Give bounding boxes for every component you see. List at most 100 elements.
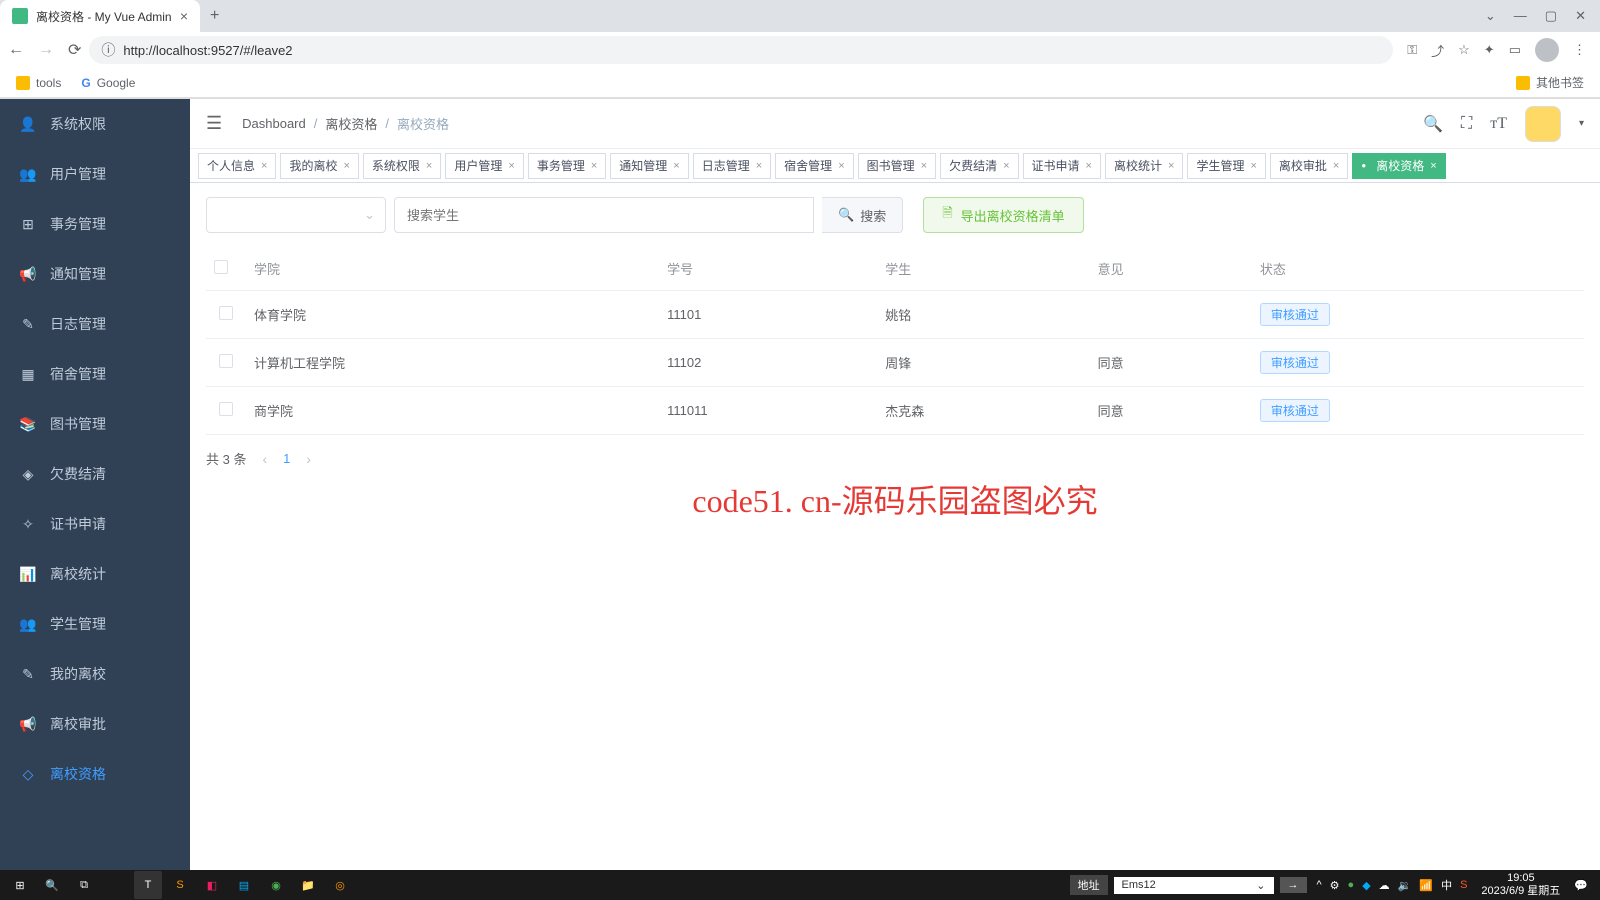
- search-input[interactable]: [407, 208, 801, 223]
- taskview-icon[interactable]: ⧉: [70, 871, 98, 899]
- bookmark-other[interactable]: 其他书签: [1516, 74, 1584, 91]
- sidebar-item-9[interactable]: 📊离校统计: [0, 549, 190, 599]
- sidebar-item-7[interactable]: ◈欠费结清: [0, 449, 190, 499]
- notification-icon[interactable]: 💬: [1574, 879, 1588, 892]
- app-icon-4[interactable]: ▤: [230, 871, 258, 899]
- taskbar-addr-input[interactable]: Ems12 ⌄: [1114, 877, 1274, 894]
- chrome-task-icon[interactable]: [102, 871, 130, 899]
- url-box[interactable]: ⓘ http://localhost:9527/#/leave2: [89, 36, 1393, 64]
- close-tab-icon[interactable]: ×: [180, 8, 188, 24]
- tray-wifi-icon[interactable]: 📶: [1419, 879, 1433, 892]
- bookmark-google[interactable]: G Google: [81, 76, 135, 90]
- close-tab-icon[interactable]: ×: [508, 160, 514, 172]
- search-button[interactable]: 🔍 搜索: [822, 197, 903, 233]
- sidebar-item-12[interactable]: 📢离校审批: [0, 699, 190, 749]
- sidebar-item-8[interactable]: ✧证书申请: [0, 499, 190, 549]
- sidebar-item-10[interactable]: 👥学生管理: [0, 599, 190, 649]
- page-tab-5[interactable]: 通知管理×: [610, 153, 688, 179]
- sidebar-item-1[interactable]: 👥用户管理: [0, 149, 190, 199]
- row-checkbox[interactable]: [219, 306, 233, 320]
- start-icon[interactable]: ⊞: [6, 871, 34, 899]
- tray-up-icon[interactable]: ^: [1317, 879, 1322, 891]
- page-tab-3[interactable]: 用户管理×: [445, 153, 523, 179]
- sidebar-item-3[interactable]: 📢通知管理: [0, 249, 190, 299]
- caret-down-icon[interactable]: ▾: [1579, 118, 1584, 129]
- back-icon[interactable]: ←: [8, 41, 24, 59]
- page-tab-4[interactable]: 事务管理×: [528, 153, 606, 179]
- page-tab-0[interactable]: 个人信息×: [198, 153, 276, 179]
- next-page-icon[interactable]: ›: [306, 451, 311, 467]
- bookmark-tools[interactable]: tools: [16, 76, 61, 90]
- college-select[interactable]: ⌄: [206, 197, 386, 233]
- new-tab-button[interactable]: +: [200, 7, 229, 25]
- app-icon-2[interactable]: S: [166, 871, 194, 899]
- app-icon-5[interactable]: ◉: [262, 871, 290, 899]
- close-tab-icon[interactable]: ×: [1086, 160, 1092, 172]
- breadcrumb-root[interactable]: Dashboard: [242, 116, 306, 131]
- close-tab-icon[interactable]: ×: [1168, 160, 1174, 172]
- select-all-checkbox[interactable]: [214, 260, 228, 274]
- tray-icon[interactable]: ⚙: [1330, 879, 1340, 892]
- page-tab-14[interactable]: 离校资格×: [1352, 153, 1445, 179]
- tray-icon[interactable]: ☁: [1379, 879, 1390, 892]
- app-icon-6[interactable]: ◎: [326, 871, 354, 899]
- fontsize-icon[interactable]: ᴛT: [1490, 115, 1507, 133]
- maximize-icon[interactable]: ▢: [1545, 8, 1557, 24]
- forward-icon[interactable]: →: [38, 41, 54, 59]
- page-number[interactable]: 1: [283, 451, 290, 466]
- close-tab-icon[interactable]: ×: [673, 160, 679, 172]
- page-tab-8[interactable]: 图书管理×: [858, 153, 936, 179]
- site-info-icon[interactable]: ⓘ: [101, 40, 115, 60]
- extension-icon[interactable]: ✦: [1484, 42, 1495, 58]
- close-tab-icon[interactable]: ×: [921, 160, 927, 172]
- row-checkbox[interactable]: [219, 354, 233, 368]
- taskbar-go-icon[interactable]: →: [1280, 877, 1307, 893]
- sidebar-item-6[interactable]: 📚图书管理: [0, 399, 190, 449]
- prev-page-icon[interactable]: ‹: [262, 451, 267, 467]
- tray-icon[interactable]: 中: [1441, 877, 1452, 893]
- user-avatar[interactable]: [1525, 106, 1561, 142]
- sidebar-item-2[interactable]: ⊞事务管理: [0, 199, 190, 249]
- kebab-icon[interactable]: ⋮: [1573, 42, 1586, 58]
- close-tab-icon[interactable]: ×: [426, 160, 432, 172]
- window-dropdown-icon[interactable]: ⌄: [1485, 8, 1496, 24]
- page-tab-11[interactable]: 离校统计×: [1105, 153, 1183, 179]
- breadcrumb-mid[interactable]: 离校资格: [325, 114, 377, 133]
- fullscreen-icon[interactable]: ⛶: [1461, 115, 1472, 133]
- page-tab-12[interactable]: 学生管理×: [1187, 153, 1265, 179]
- browser-tab[interactable]: 离校资格 - My Vue Admin ×: [0, 0, 200, 32]
- page-tab-1[interactable]: 我的离校×: [280, 153, 358, 179]
- close-tab-icon[interactable]: ×: [261, 160, 267, 172]
- explorer-icon[interactable]: 📁: [294, 871, 322, 899]
- tray-icon[interactable]: ◆: [1362, 879, 1370, 892]
- close-window-icon[interactable]: ✕: [1575, 8, 1586, 24]
- close-tab-icon[interactable]: ×: [343, 160, 349, 172]
- sidebar-item-0[interactable]: 👤系统权限: [0, 99, 190, 149]
- page-tab-6[interactable]: 日志管理×: [693, 153, 771, 179]
- export-button[interactable]: 🗎 导出离校资格清单: [923, 197, 1083, 233]
- close-tab-icon[interactable]: ×: [1430, 160, 1436, 172]
- close-tab-icon[interactable]: ×: [1333, 160, 1339, 172]
- page-tab-7[interactable]: 宿舍管理×: [775, 153, 853, 179]
- tray-clock[interactable]: 19:05 2023/6/9 星期五: [1475, 872, 1566, 898]
- page-tab-9[interactable]: 欠费结清×: [940, 153, 1018, 179]
- page-tab-13[interactable]: 离校审批×: [1270, 153, 1348, 179]
- hamburger-icon[interactable]: ☰: [206, 113, 222, 134]
- reload-icon[interactable]: ⟳: [68, 40, 81, 60]
- app-icon-3[interactable]: ◧: [198, 871, 226, 899]
- sidebar-item-4[interactable]: ✎日志管理: [0, 299, 190, 349]
- password-icon[interactable]: ⚿: [1407, 42, 1417, 58]
- page-tab-10[interactable]: 证书申请×: [1023, 153, 1101, 179]
- row-checkbox[interactable]: [219, 402, 233, 416]
- sidebar-item-11[interactable]: ✎我的离校: [0, 649, 190, 699]
- close-tab-icon[interactable]: ×: [756, 160, 762, 172]
- star-icon[interactable]: ☆: [1458, 42, 1470, 58]
- close-tab-icon[interactable]: ×: [838, 160, 844, 172]
- search-task-icon[interactable]: 🔍: [38, 871, 66, 899]
- close-tab-icon[interactable]: ×: [591, 160, 597, 172]
- close-tab-icon[interactable]: ×: [1003, 160, 1009, 172]
- app-icon-1[interactable]: T: [134, 871, 162, 899]
- share-icon[interactable]: ⤴: [1431, 41, 1444, 60]
- minimize-icon[interactable]: —: [1514, 8, 1527, 24]
- sidebar-item-5[interactable]: ▦宿舍管理: [0, 349, 190, 399]
